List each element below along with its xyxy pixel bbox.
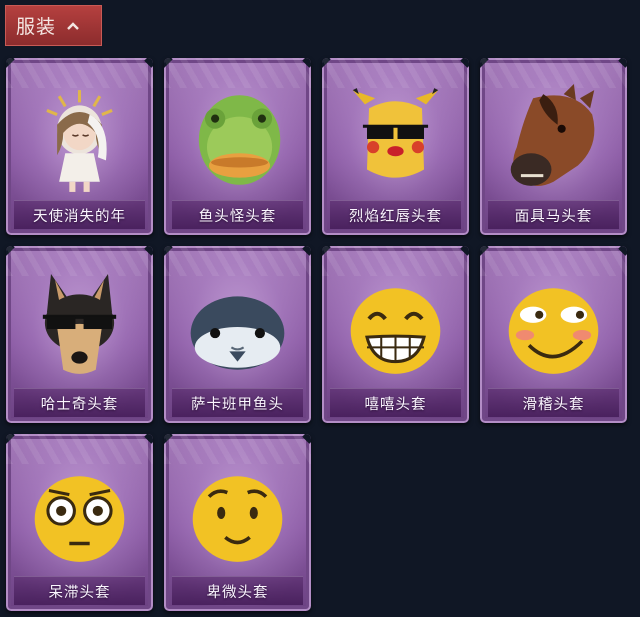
costume-label: 哈士奇头套 (40, 396, 119, 413)
costume-card-angel[interactable]: 天使消失的年 (6, 58, 153, 235)
grinning-emoji-icon (342, 272, 449, 384)
costume-card-fish-head[interactable]: 鱼头怪头套 (164, 58, 311, 235)
costume-section-header[interactable]: 服装 (5, 5, 102, 46)
costume-label: 卑微头套 (206, 584, 269, 601)
angel-doll-icon (26, 84, 133, 196)
costume-card-smirk[interactable]: 滑稽头套 (480, 246, 627, 423)
yellow-creature-mask-icon (342, 84, 449, 196)
costume-card-dazed[interactable]: 呆滞头套 (6, 434, 153, 611)
costume-card-husky[interactable]: 哈士奇头套 (6, 246, 153, 423)
costume-label: 烈焰红唇头套 (349, 208, 442, 225)
costume-card-horse[interactable]: 面具马头套 (480, 58, 627, 235)
smirk-emoji-icon (500, 272, 607, 384)
costume-label: 天使消失的年 (33, 208, 126, 225)
costume-label: 嘻嘻头套 (364, 396, 427, 413)
costume-card-red-lips[interactable]: 烈焰红唇头套 (322, 58, 469, 235)
dazed-emoji-icon (26, 460, 133, 572)
sacabambaspis-head-icon (184, 272, 291, 384)
costume-label: 鱼头怪头套 (198, 208, 277, 225)
chevron-up-icon (66, 21, 80, 31)
humble-emoji-icon (184, 460, 291, 572)
costume-label: 呆滞头套 (48, 584, 111, 601)
horse-head-mask-icon (500, 84, 607, 196)
section-title: 服装 (16, 16, 57, 38)
costume-label: 面具马头套 (514, 208, 593, 225)
costume-label: 滑稽头套 (522, 396, 585, 413)
fish-head-mask-icon (184, 84, 291, 196)
costume-label: 萨卡班甲鱼头 (191, 396, 284, 413)
costume-card-grin[interactable]: 嘻嘻头套 (322, 246, 469, 423)
costume-card-sacabambaspis[interactable]: 萨卡班甲鱼头 (164, 246, 311, 423)
costume-card-humble[interactable]: 卑微头套 (164, 434, 311, 611)
husky-dog-mask-icon (26, 272, 133, 384)
